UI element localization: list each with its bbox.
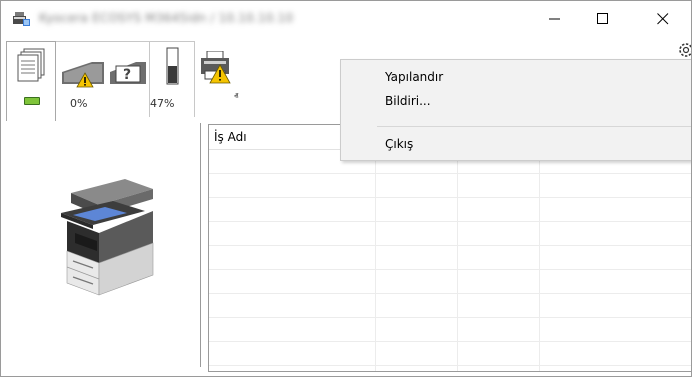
menu-item-configure[interactable]: Yapılandır <box>341 66 691 88</box>
maximize-icon <box>597 13 608 24</box>
status-monitor-window: Kyocera ECOSYS M3645idn / 10.10.10.10 ? … <box>0 0 692 377</box>
grid-line <box>375 125 376 371</box>
paper-percent: 47% <box>150 97 175 110</box>
grid-line <box>209 197 691 198</box>
svg-text:?: ? <box>123 67 131 83</box>
minimize-icon <box>549 18 560 20</box>
minimize-button[interactable] <box>533 1 577 37</box>
panel-divider[interactable] <box>200 123 201 367</box>
paper-gauge-icon <box>166 47 179 85</box>
gear-icon[interactable] <box>677 41 692 57</box>
app-printer-icon <box>13 12 30 26</box>
collapse-icon[interactable]: ⱏ <box>234 92 238 102</box>
grid-line <box>457 125 458 371</box>
maximize-button[interactable] <box>581 1 625 37</box>
menu-item-notification[interactable]: Bildiri... <box>341 90 691 112</box>
job-list[interactable]: İş Adı <box>208 124 691 372</box>
device-panel <box>5 121 201 371</box>
close-button[interactable] <box>641 1 685 37</box>
close-icon <box>657 13 669 25</box>
grid-line <box>209 341 691 342</box>
tab-paper[interactable]: 47% <box>150 41 195 117</box>
context-menu: Yapılandır Bildiri... Çıkış <box>340 59 691 161</box>
printer-image <box>61 179 154 296</box>
grid-line <box>209 293 691 294</box>
tab-jobs[interactable] <box>6 41 56 121</box>
grid-line <box>539 125 540 371</box>
grid-line <box>209 365 691 366</box>
tab-printer-status[interactable] <box>195 41 245 117</box>
grid-line <box>209 221 691 222</box>
grid-line <box>209 317 691 318</box>
status-led <box>24 97 40 105</box>
warning-icon <box>76 72 94 88</box>
printer-warning-icon <box>201 51 231 84</box>
document-stack-icon <box>17 48 45 82</box>
title-bar[interactable]: Kyocera ECOSYS M3645idn / 10.10.10.10 <box>1 1 691 37</box>
grid-line <box>209 173 691 174</box>
menu-item-exit[interactable]: Çıkış <box>341 133 691 155</box>
grid-line <box>209 269 691 270</box>
grid-line <box>209 245 691 246</box>
toner-percent: 0% <box>70 97 88 110</box>
menu-separator <box>377 126 691 127</box>
window-title: Kyocera ECOSYS M3645idn / 10.10.10.10 <box>39 11 294 25</box>
tab-toner[interactable]: ? 0% <box>56 41 150 117</box>
toner-warning-icon: ? <box>62 62 146 84</box>
